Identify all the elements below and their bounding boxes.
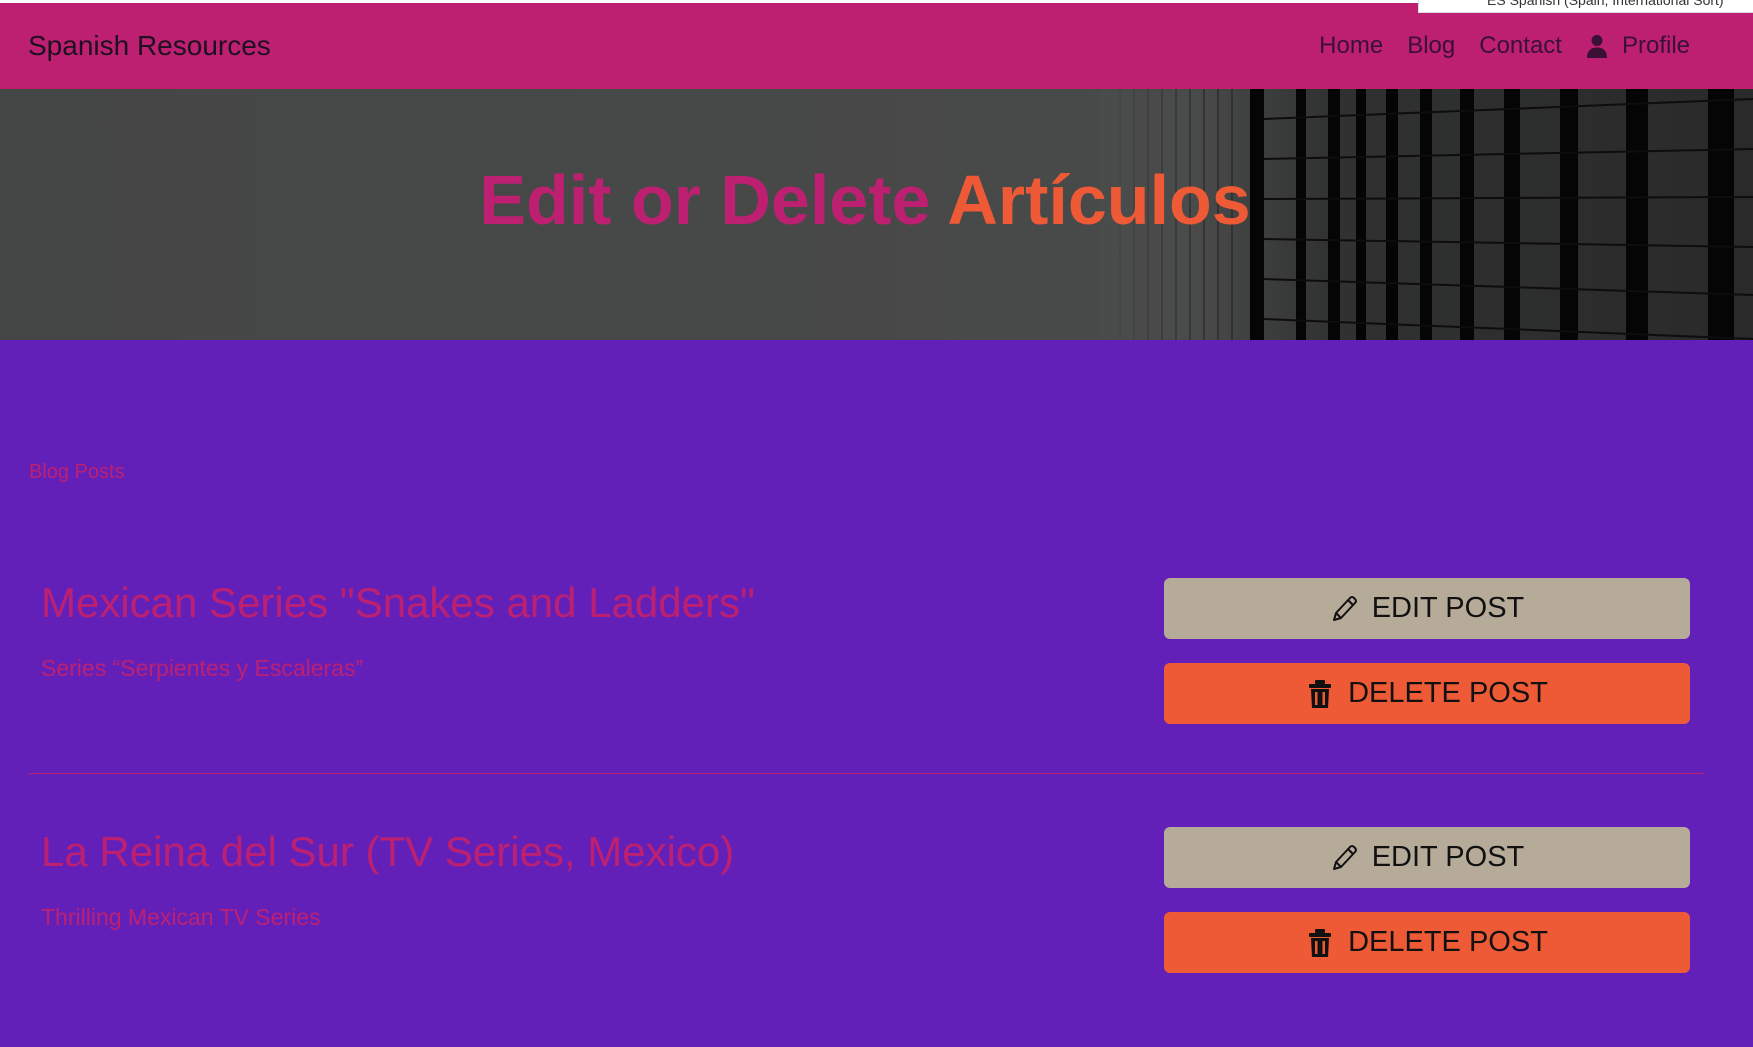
delete-post-button[interactable]: DELETE POST <box>1164 912 1690 973</box>
language-indicator-text: ES Spanish (Spain, International Sort) <box>1487 0 1724 8</box>
user-icon <box>1586 35 1607 58</box>
nav-links: Home Blog Contact Profile <box>1319 32 1690 60</box>
page-title-part2: Artículos <box>947 161 1251 239</box>
delete-post-label: DELETE POST <box>1348 677 1548 709</box>
edit-post-label: EDIT POST <box>1371 841 1525 873</box>
nav-link-profile-label: Profile <box>1621 32 1690 59</box>
page-title: Edit or Delete Artículos <box>0 165 1730 235</box>
nav-link-contact[interactable]: Contact <box>1479 32 1562 60</box>
trash-icon <box>1309 928 1332 957</box>
language-indicator-popup: ES Spanish (Spain, International Sort) <box>1418 0 1753 13</box>
post-item: Mexican Series "Snakes and Ladders" Seri… <box>29 578 1704 798</box>
navbar: Spanish Resources Home Blog Contact Prof… <box>0 3 1753 89</box>
edit-post-button[interactable]: EDIT POST <box>1164 578 1690 639</box>
post-subtitle: Thrilling Mexican TV Series <box>41 904 321 930</box>
post-divider <box>29 773 1704 774</box>
post-item: La Reina del Sur (TV Series, Mexico) Thr… <box>29 827 1704 1047</box>
section-label-blog-posts: Blog Posts <box>29 461 125 483</box>
nav-link-home[interactable]: Home <box>1319 32 1383 60</box>
pencil-icon <box>1332 844 1357 870</box>
trash-icon <box>1309 679 1332 708</box>
edit-post-button[interactable]: EDIT POST <box>1164 827 1690 888</box>
pencil-icon <box>1332 595 1357 621</box>
delete-post-button[interactable]: DELETE POST <box>1164 663 1690 724</box>
post-title: La Reina del Sur (TV Series, Mexico) <box>41 828 735 875</box>
page-title-part1: Edit or Delete <box>479 161 948 239</box>
edit-post-label: EDIT POST <box>1371 592 1525 624</box>
post-title: Mexican Series "Snakes and Ladders" <box>41 579 755 626</box>
nav-link-blog[interactable]: Blog <box>1407 32 1455 60</box>
post-subtitle: Series “Serpientes y Escaleras” <box>41 655 364 681</box>
nav-link-profile[interactable]: Profile <box>1586 32 1690 60</box>
delete-post-label: DELETE POST <box>1348 926 1548 958</box>
brand-link[interactable]: Spanish Resources <box>28 30 271 62</box>
hero-banner: Edit or Delete Artículos <box>0 89 1753 340</box>
